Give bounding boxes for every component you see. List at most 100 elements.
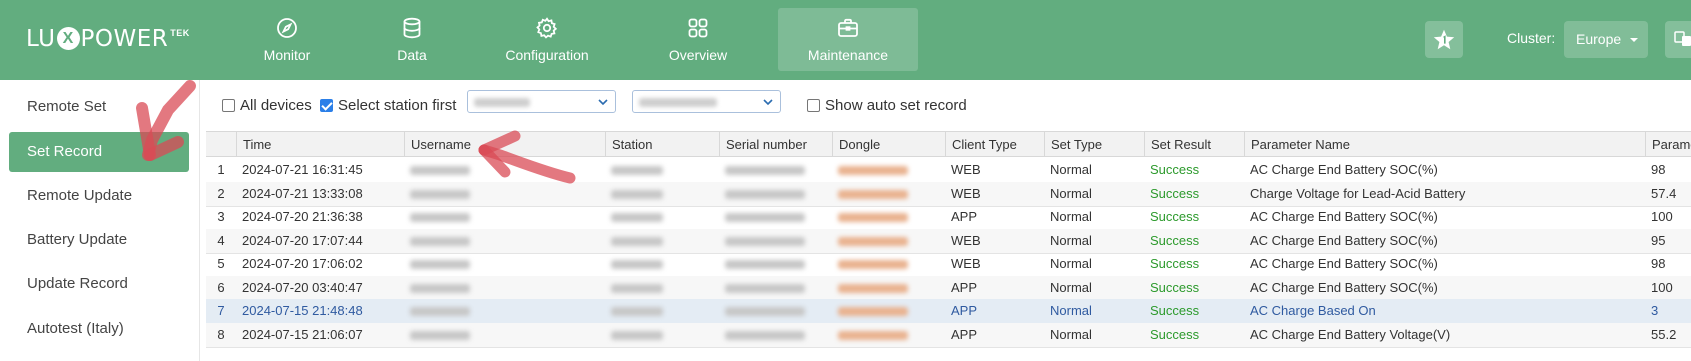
- cell-set-result: Success: [1150, 209, 1200, 224]
- checkbox-unchecked-icon: [222, 98, 235, 112]
- cell-time: 2024-07-15 21:48:48: [242, 303, 363, 318]
- cell-index: 7: [217, 303, 225, 318]
- redaction-blur: [838, 166, 908, 175]
- cell-parameter-name: Charge Voltage for Lead-Acid Battery: [1250, 185, 1466, 201]
- table-row[interactable]: 3 2024-07-20 21:36:38 APP Normal Success AC C…: [206, 205, 1691, 230]
- header-station[interactable]: Station: [605, 132, 719, 157]
- favorites-button[interactable]: [1425, 21, 1463, 58]
- redaction-blur: [725, 260, 805, 269]
- header-set-type[interactable]: Set Type: [1044, 132, 1144, 157]
- cell-parameter-name: AC Charge End Battery SOC(%): [1250, 209, 1438, 224]
- redacted-serial-cell: [719, 323, 832, 347]
- nav-configuration[interactable]: Configuration: [492, 8, 602, 71]
- table-row[interactable]: 1 2024-07-21 16:31:45 WEB Normal Success AC C…: [206, 158, 1691, 183]
- cell-index: 1: [217, 162, 225, 177]
- cell-set-type: Normal: [1050, 303, 1092, 318]
- header-set-result[interactable]: Set Result: [1144, 132, 1244, 157]
- redacted-serial-cell: [719, 299, 832, 323]
- header-parameter-value[interactable]: Parame: [1645, 132, 1691, 157]
- redaction-blur: [725, 283, 805, 293]
- cell-client-type: WEB: [951, 185, 981, 201]
- all-devices-checkbox[interactable]: All devices: [222, 96, 312, 114]
- cell-parameter-name: AC Charge End Battery SOC(%): [1250, 232, 1438, 248]
- cell-parameter-name: AC Charge End Battery SOC(%): [1250, 279, 1438, 295]
- table-row[interactable]: 7 2024-07-15 21:48:48 APP Normal Success AC C…: [206, 299, 1691, 324]
- nav-data-label: Data: [397, 47, 427, 63]
- serial-number-select[interactable]: [632, 90, 781, 113]
- cell-client-type: APP: [951, 326, 978, 342]
- sidebar-item-remote-set[interactable]: Remote Set: [9, 87, 189, 127]
- redacted-serial-cell: [719, 276, 832, 300]
- table-row[interactable]: 2 2024-07-21 13:33:08 WEB Normal Success Char…: [206, 181, 1691, 207]
- redaction-blur: [410, 260, 470, 269]
- station-select[interactable]: [467, 90, 616, 113]
- nav-data[interactable]: Data: [384, 8, 440, 71]
- cell-value: 3: [1651, 303, 1659, 318]
- logo-text-left: LU: [26, 26, 56, 52]
- table-row[interactable]: 6 2024-07-20 03:40:47 APP Normal Success AC C…: [206, 275, 1691, 301]
- redaction-blur: [838, 283, 908, 293]
- header-client-type[interactable]: Client Type: [945, 132, 1044, 157]
- nav-overview[interactable]: Overview: [659, 8, 737, 71]
- header-dongle[interactable]: Dongle: [832, 132, 945, 157]
- nav-monitor[interactable]: Monitor: [246, 8, 328, 71]
- redaction-blur: [611, 307, 663, 316]
- redaction-blur: [838, 189, 908, 199]
- select-station-first-checkbox[interactable]: Select station first: [320, 96, 456, 114]
- cell-value: 98: [1651, 162, 1666, 177]
- header-time[interactable]: Time: [236, 132, 404, 157]
- header-serial-number[interactable]: Serial number: [719, 132, 832, 157]
- redaction-blur: [838, 213, 908, 222]
- header-username[interactable]: Username: [404, 132, 605, 157]
- redacted-user-cell: [404, 158, 605, 182]
- table-row[interactable]: 4 2024-07-20 17:07:44 WEB Normal Success AC C…: [206, 228, 1691, 254]
- logo-text-right: POWER: [80, 26, 169, 52]
- redacted-user-cell: [404, 205, 605, 229]
- nav-maintenance-label: Maintenance: [807, 47, 889, 63]
- sidebar-item-autotest-italy[interactable]: Autotest (Italy): [9, 309, 189, 349]
- database-icon: [400, 16, 424, 40]
- header-parameter-name[interactable]: Parameter Name: [1244, 132, 1645, 157]
- redacted-station-cell: [605, 252, 719, 276]
- table-header: Time Username Station Serial number Dong…: [206, 132, 1691, 157]
- redacted-station-cell: [605, 229, 719, 253]
- cell-set-result: Success: [1150, 279, 1200, 295]
- compass-icon: [275, 16, 299, 40]
- redacted-user-cell: [404, 229, 605, 253]
- cell-set-type: Normal: [1050, 185, 1092, 201]
- cell-set-type: Normal: [1050, 256, 1092, 271]
- cell-value: 100: [1651, 209, 1673, 224]
- table-row[interactable]: 8 2024-07-15 21:06:07 APP Normal Success AC C…: [206, 322, 1691, 348]
- cell-value: 95: [1651, 232, 1666, 248]
- cell-set-type: Normal: [1050, 162, 1092, 177]
- sidebar-item-battery-update[interactable]: Battery Update: [9, 220, 189, 260]
- nav-maintenance[interactable]: Maintenance: [778, 8, 918, 71]
- redacted-station-cell: [605, 158, 719, 182]
- sidebar-item-update-record[interactable]: Update Record: [9, 264, 189, 304]
- redaction-blur: [410, 283, 470, 293]
- sidebar-item-remote-update[interactable]: Remote Update: [9, 176, 189, 216]
- redaction-blur: [725, 213, 805, 222]
- cell-client-type: APP: [951, 303, 978, 318]
- redacted-dongle-cell: [832, 205, 945, 229]
- top-navigation-bar: LU X POWER TEK Monitor Data Configuratio…: [0, 0, 1691, 80]
- cell-set-result: Success: [1150, 185, 1200, 201]
- cluster-dropdown[interactable]: Europe: [1564, 21, 1648, 58]
- set-record-table: Time Username Station Serial number Dong…: [206, 131, 1691, 361]
- redacted-station-cell: [605, 299, 719, 323]
- redacted-station-cell: [605, 323, 719, 347]
- header-index: [206, 132, 236, 157]
- table-row[interactable]: 5 2024-07-20 17:06:02 WEB Normal Success AC C…: [206, 252, 1691, 277]
- luxpower-logo[interactable]: LU X POWER TEK: [26, 26, 190, 56]
- redaction-blur: [410, 307, 470, 316]
- nav-monitor-label: Monitor: [263, 47, 311, 63]
- redaction-blur: [410, 236, 470, 246]
- caret-down-icon: [1630, 38, 1638, 42]
- redacted-user-cell: [404, 276, 605, 300]
- star-icon: [1433, 29, 1455, 50]
- redaction-blur: [410, 189, 470, 199]
- redacted-station-value: [474, 98, 530, 107]
- sidebar-item-set-record[interactable]: Set Record: [9, 132, 189, 172]
- show-auto-set-record-checkbox[interactable]: Show auto set record: [807, 96, 967, 114]
- language-button[interactable]: [1665, 21, 1691, 58]
